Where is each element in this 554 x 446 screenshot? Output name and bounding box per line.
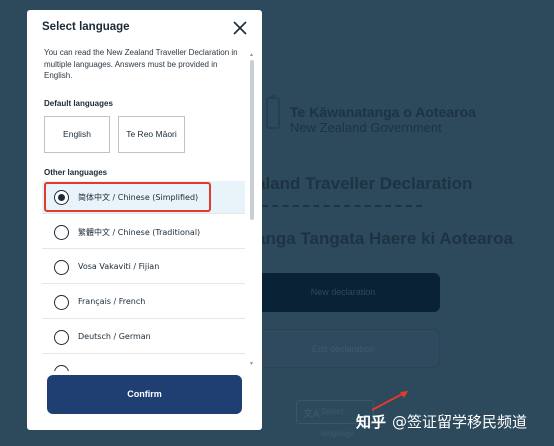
new-declaration-button: New declaration (246, 273, 440, 312)
language-option-german[interactable]: Deutsch / German (42, 321, 245, 354)
scrollbar-thumb[interactable] (250, 60, 254, 220)
title-divider (262, 205, 422, 207)
scroll-up-icon[interactable]: ▲ (249, 52, 254, 58)
language-options-list: 简体中文 / Chinese (Simplified) 繁體中文 / Chine… (42, 181, 245, 371)
default-languages-label: Default languages (44, 99, 113, 108)
radio-icon[interactable] (54, 365, 69, 371)
radio-icon[interactable] (54, 225, 69, 240)
language-option-fijian[interactable]: Vosa Vakaviti / Fijian (42, 251, 245, 284)
radio-icon[interactable] (54, 330, 69, 345)
dialog-title: Select language (42, 21, 130, 33)
gov-name-maori: Te Kāwanatanga o Aotearoa (290, 104, 476, 120)
watermark-handle: @签证留学移民频道 (392, 413, 528, 431)
annotation-arrow-icon (371, 391, 408, 411)
confirm-button[interactable]: Confirm (47, 375, 242, 414)
language-option-chinese-simplified[interactable]: 简体中文 / Chinese (Simplified) (42, 181, 245, 214)
nz-government-crest-icon (266, 94, 280, 129)
language-option-french[interactable]: Français / French (42, 286, 245, 319)
dialog-intro-text: You can read the New Zealand Traveller D… (44, 48, 238, 80)
close-icon[interactable] (230, 18, 250, 38)
edit-declaration-button: Edit declaration (246, 329, 440, 368)
language-option-label: 繁體中文 / Chinese (Traditional) (78, 228, 201, 237)
select-language-dialog: Select language You can read the New Zea… (27, 10, 262, 430)
page-title-english: aland Traveller Declaration (256, 174, 473, 193)
language-option-chinese-traditional[interactable]: 繁體中文 / Chinese (Traditional) (42, 216, 245, 249)
scroll-down-icon[interactable]: ▼ (249, 361, 254, 367)
gov-name-english: New Zealand Government (290, 120, 442, 135)
english-button[interactable]: English (44, 116, 110, 153)
list-scrollbar[interactable]: ▲ ▼ (249, 52, 255, 369)
language-option-label: 简体中文 / Chinese (Simplified) (78, 193, 199, 202)
page-title-maori: anga Tangata Haere ki Aotearoa (256, 229, 513, 248)
radio-icon[interactable] (54, 295, 69, 310)
watermark-brand: 知乎 (356, 413, 387, 431)
radio-selected-icon[interactable] (54, 190, 69, 205)
language-option-label: Vosa Vakaviti / Fijian (78, 262, 160, 271)
language-option-label: Deutsch / German (78, 332, 151, 341)
te-reo-maori-button[interactable]: Te Reo Māori (118, 116, 185, 153)
other-languages-label: Other languages (44, 168, 108, 177)
language-option-partial[interactable] (42, 356, 245, 371)
radio-icon[interactable] (54, 260, 69, 275)
language-option-label: Français / French (78, 297, 146, 306)
watermark: 知乎 @签证留学移民频道 (356, 411, 527, 432)
